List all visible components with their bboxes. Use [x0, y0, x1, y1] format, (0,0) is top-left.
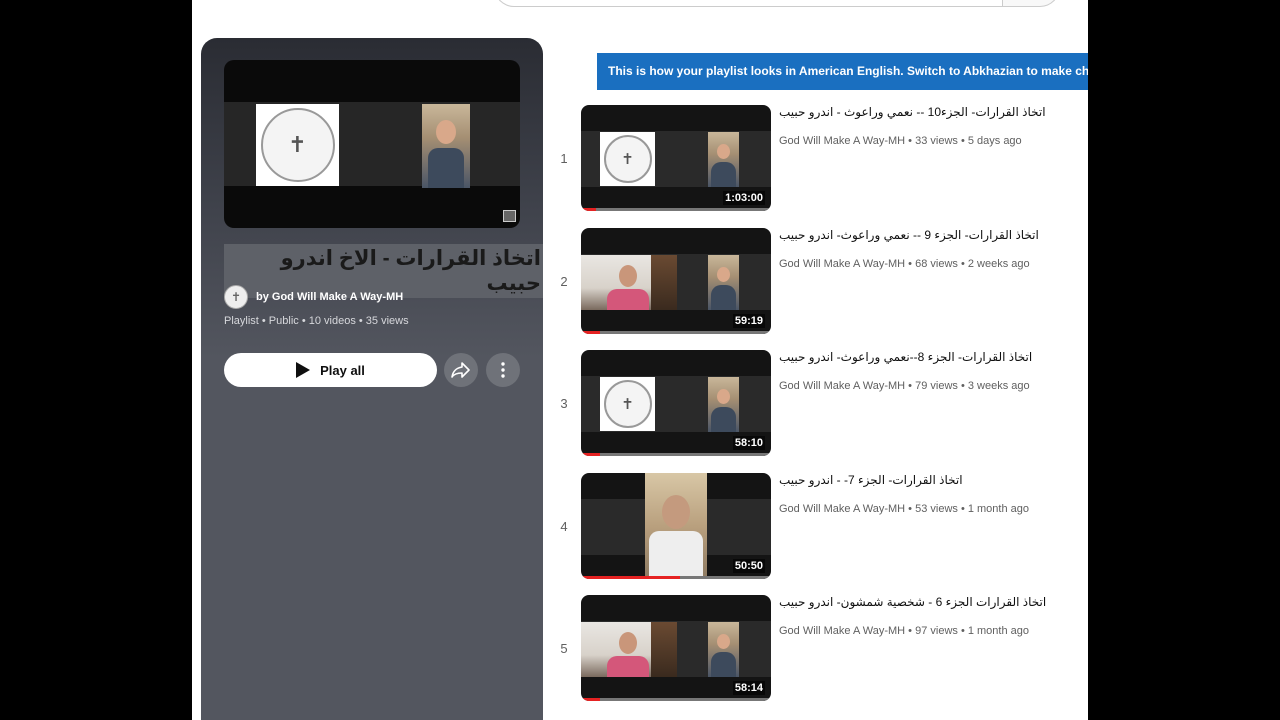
channel-logo-image: ✝: [600, 132, 655, 186]
playlist-meta: Playlist • Public • 10 videos • 35 views: [224, 315, 409, 327]
playlist-header-panel: ✝ اتخاذ القرارات - الاخ اندرو حبيب ✝ by …: [201, 38, 543, 720]
video-byline: God Will Make A Way-MH • 33 views • 5 da…: [779, 135, 1022, 147]
video-index: 5: [560, 641, 568, 656]
host-body: [607, 289, 649, 310]
speaker-video-tile: [645, 473, 707, 579]
video-index: 1: [560, 151, 568, 166]
progress-track: [581, 331, 771, 334]
speaker-video-tile: [708, 132, 739, 187]
watch-progress-bar: [581, 331, 600, 334]
video-thumbnail[interactable]: ✝ 1:03:00: [581, 105, 771, 211]
playlist-hero-thumbnail[interactable]: ✝: [224, 60, 520, 228]
video-duration: 1:03:00: [723, 191, 765, 205]
video-title[interactable]: اتخاذ القرارات- الجزء10 -- نعمي وراعوث -…: [779, 105, 1079, 119]
more-actions-button[interactable]: [486, 353, 520, 387]
host-head: [619, 265, 637, 287]
dove-cross-icon: ✝: [603, 380, 652, 428]
playlist-video-row[interactable]: 2 59:19 اتخاذ القرارات- الجزء 9 -- نعمي ور…: [542, 228, 1088, 338]
speaker-video-tile: [708, 622, 739, 677]
playlist-owner[interactable]: ✝ by God Will Make A Way-MH: [224, 285, 403, 309]
search-button[interactable]: [1002, 0, 1060, 7]
watch-progress-bar: [581, 453, 600, 456]
video-title[interactable]: اتخاذ القرارات الجزء 6 - شخصية شمشون- ان…: [779, 595, 1079, 609]
speaker-head: [717, 144, 730, 159]
video-channel-name[interactable]: God Will Make A Way-MH: [779, 380, 905, 392]
video-stats: • 68 views • 2 weeks ago: [905, 258, 1030, 270]
speaker-body: [649, 531, 703, 579]
video-stats: • 97 views • 1 month ago: [905, 625, 1030, 637]
speaker-head: [717, 267, 730, 282]
speaker-body: [711, 285, 736, 310]
progress-track: [581, 453, 771, 456]
video-title[interactable]: اتخاذ القرارات- الجزء 9 -- نعمي وراعوث- …: [779, 228, 1079, 242]
play-all-button[interactable]: Play all: [224, 353, 437, 387]
speaker-body: [711, 652, 736, 677]
video-thumbnail[interactable]: 58:14: [581, 595, 771, 701]
speaker-body: [711, 407, 736, 432]
channel-logo-image: ✝: [600, 377, 655, 431]
speaker-head: [717, 634, 730, 649]
share-button[interactable]: [444, 353, 478, 387]
host-head: [619, 632, 637, 654]
video-channel-name[interactable]: God Will Make A Way-MH: [779, 258, 905, 270]
play-icon: [296, 362, 311, 378]
video-byline: God Will Make A Way-MH • 97 views • 1 mo…: [779, 625, 1029, 637]
video-thumbnail[interactable]: ✝ 58:10: [581, 350, 771, 456]
speaker-video-tile: [708, 255, 739, 310]
playlist-video-row[interactable]: 3 ✝ 58:10 اتخاذ القرارات- الجزء 8--نعمي ورا…: [542, 350, 1088, 460]
video-index: 4: [560, 519, 568, 534]
progress-track: [581, 698, 771, 701]
search-input[interactable]: [494, 0, 1002, 7]
video-stats: • 79 views • 3 weeks ago: [905, 380, 1030, 392]
speaker-body: [711, 162, 736, 187]
bookshelf-background: [651, 622, 677, 677]
progress-track: [581, 208, 771, 211]
watch-progress-bar: [581, 576, 680, 579]
avatar: ✝: [224, 285, 248, 309]
dove-cross-icon: ✝: [603, 135, 652, 183]
play-all-label: Play all: [320, 362, 365, 378]
video-byline: God Will Make A Way-MH • 79 views • 3 we…: [779, 380, 1030, 392]
video-byline: God Will Make A Way-MH • 68 views • 2 we…: [779, 258, 1030, 270]
bookshelf-background: [651, 255, 677, 310]
video-duration: 50:50: [732, 559, 765, 573]
speaker-head: [662, 495, 690, 529]
video-stats: • 53 views • 1 month ago: [905, 503, 1030, 515]
share-icon: [451, 362, 470, 378]
owner-name[interactable]: by God Will Make A Way-MH: [256, 291, 403, 303]
speaker-video-tile: [708, 377, 739, 432]
video-duration: 59:19: [732, 314, 765, 328]
host-body: [607, 656, 649, 677]
watch-progress-bar: [581, 698, 600, 701]
watermark-icon: [503, 210, 516, 222]
video-channel-name[interactable]: God Will Make A Way-MH: [779, 625, 905, 637]
video-thumbnail[interactable]: 50:50: [581, 473, 771, 579]
video-title[interactable]: اتخاذ القرارات- الجزء 8--نعمي وراعوث- ان…: [779, 350, 1079, 364]
playlist-video-row[interactable]: 5 58:14 اتخاذ القرارات الجزء 6 - شخصية شمش…: [542, 595, 1088, 705]
dove-cross-icon: ✝: [260, 108, 335, 182]
video-title[interactable]: اتخاذ القرارات- الجزء 7- - اندرو حبيب: [779, 473, 1079, 487]
speaker-head: [717, 389, 730, 404]
video-duration: 58:10: [732, 436, 765, 450]
video-index: 3: [560, 396, 568, 411]
playlist-video-row[interactable]: 4 50:50 اتخاذ القرارات- الجزء 7- - اندرو ح…: [542, 473, 1088, 583]
video-thumbnail[interactable]: 59:19: [581, 228, 771, 334]
video-channel-name[interactable]: God Will Make A Way-MH: [779, 503, 905, 515]
video-stats: • 33 views • 5 days ago: [905, 135, 1022, 147]
watch-progress-bar: [581, 208, 596, 211]
video-channel-name[interactable]: God Will Make A Way-MH: [779, 135, 905, 147]
youtube-page: ✝ اتخاذ القرارات - الاخ اندرو حبيب ✝ by …: [192, 0, 1088, 720]
language-banner[interactable]: This is how your playlist looks in Ameri…: [597, 53, 1088, 90]
speaker-video-tile: [422, 104, 470, 188]
video-duration: 58:14: [732, 681, 765, 695]
video-index: 2: [560, 274, 568, 289]
more-vert-icon: [501, 362, 505, 378]
channel-logo-image: ✝: [256, 104, 339, 186]
playlist-video-row[interactable]: 1 ✝ 1:03:00 اتخاذ القرارات- الجزء10 -- نعمي…: [542, 105, 1088, 215]
video-byline: God Will Make A Way-MH • 53 views • 1 mo…: [779, 503, 1029, 515]
